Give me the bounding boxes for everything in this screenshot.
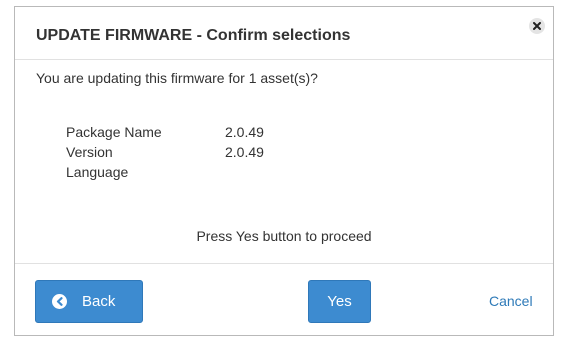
detail-value: 2.0.49 <box>225 144 264 160</box>
detail-label: Version <box>66 144 113 160</box>
yes-button-label: Yes <box>327 293 352 310</box>
detail-row-version: Version 2.0.49 <box>66 142 264 162</box>
yes-button[interactable]: Yes <box>308 280 371 323</box>
back-button[interactable]: Back <box>35 280 143 323</box>
update-firmware-dialog: UPDATE FIRMWARE - Confirm selections You… <box>14 6 554 336</box>
detail-label: Language <box>66 164 129 180</box>
header-divider <box>15 59 553 60</box>
close-button[interactable] <box>529 18 545 34</box>
back-button-label: Back <box>82 293 116 310</box>
arrow-left-circle-icon <box>52 294 67 309</box>
dialog-title: UPDATE FIRMWARE - Confirm selections <box>36 27 351 44</box>
detail-row-language: Language <box>66 162 264 182</box>
cancel-link[interactable]: Cancel <box>489 293 533 309</box>
confirm-message: You are updating this firmware for 1 ass… <box>36 70 318 86</box>
close-icon <box>533 22 541 30</box>
detail-value: 2.0.49 <box>225 124 264 140</box>
proceed-prompt: Press Yes button to proceed <box>196 228 372 244</box>
firmware-details: Package Name 2.0.49 Version 2.0.49 Langu… <box>66 122 264 182</box>
detail-row-package-name: Package Name 2.0.49 <box>66 122 264 142</box>
footer-divider <box>15 263 553 264</box>
detail-label: Package Name <box>66 124 162 140</box>
